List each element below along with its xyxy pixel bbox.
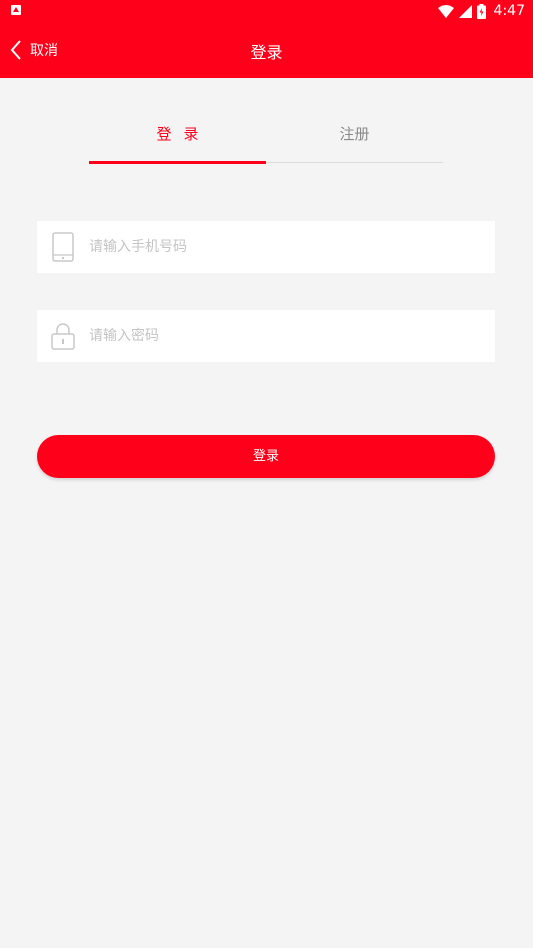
wifi-icon	[437, 4, 454, 18]
app-notification-icon	[11, 5, 21, 15]
login-screen: 4:47 取消 登录 登录 注册 请输入手机号码 登录	[0, 0, 533, 948]
lock-icon	[37, 310, 89, 362]
status-bar: 4:47	[0, 0, 533, 22]
nav-bar: 取消 登录	[0, 22, 533, 78]
signal-icon	[458, 4, 472, 18]
auth-tabs: 登录 注册	[89, 108, 443, 165]
status-icons: 4:47	[437, 2, 525, 20]
password-field	[37, 310, 495, 362]
active-tab-indicator	[89, 161, 266, 164]
status-time: 4:47	[493, 3, 525, 19]
password-input[interactable]	[89, 321, 469, 351]
login-button[interactable]: 登录	[37, 435, 495, 478]
phone-field	[37, 221, 495, 273]
phone-icon	[37, 221, 89, 273]
phone-input[interactable]	[89, 232, 469, 262]
page-title: 登录	[250, 43, 283, 62]
tab-login[interactable]: 登录	[89, 108, 266, 163]
tab-register[interactable]: 注册	[266, 108, 443, 163]
battery-charging-icon	[476, 3, 486, 19]
